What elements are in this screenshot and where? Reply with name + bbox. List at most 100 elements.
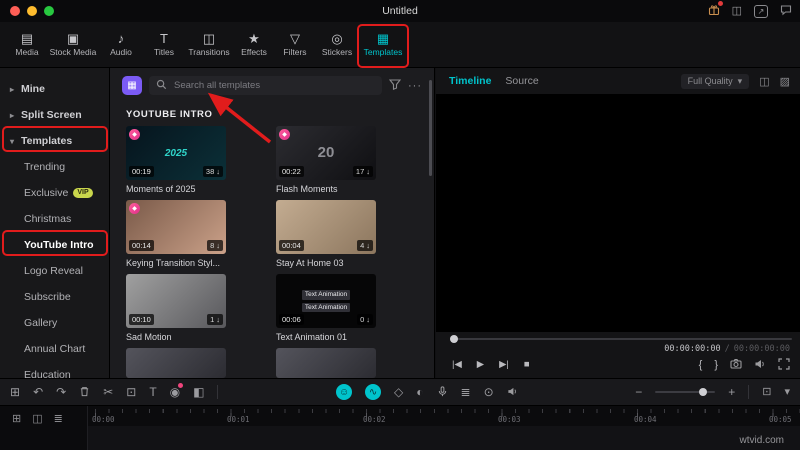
fullscreen-icon[interactable] [778, 358, 790, 373]
display-mode-icon[interactable]: ▨ [780, 75, 790, 88]
tab-titles[interactable]: T Titles [144, 22, 184, 67]
zoom-in-icon[interactable]: + [728, 386, 735, 398]
sidebar-item-mine[interactable]: ▸ Mine [0, 76, 109, 102]
scrollbar[interactable] [429, 80, 432, 176]
microphone-icon[interactable] [437, 385, 448, 399]
template-card[interactable]: ◆ 20 00:22 17 ↓ Flash Moments [276, 126, 418, 194]
apps-grid-icon[interactable]: ⊞ [10, 386, 20, 398]
template-grid: ◆ 2025 00:19 38 ↓ Moments of 2025 ◆ 20 00… [110, 124, 434, 378]
zoom-slider[interactable] [655, 388, 716, 396]
mask-icon[interactable]: ◐ [416, 386, 423, 398]
record-icon[interactable]: ◉ [170, 383, 184, 398]
ai-audio-icon[interactable]: ∿ [365, 384, 382, 400]
redo-icon[interactable]: ↷ [56, 386, 66, 398]
titles-icon: T [160, 31, 168, 46]
sidebar-item-trending[interactable]: Trending [0, 154, 109, 180]
ruler-label: 00:01 [227, 415, 250, 424]
timeline-ruler[interactable] [88, 406, 800, 426]
filter-icon[interactable] [388, 77, 402, 95]
layout-icon[interactable]: ◫ [732, 5, 742, 17]
feedback-icon[interactable] [780, 4, 792, 19]
tab-effects[interactable]: ★ Effects [234, 22, 274, 67]
chevron-down-icon: ▾ [737, 75, 743, 86]
tab-stock-media[interactable]: ▣ Stock Media [48, 22, 98, 67]
template-card[interactable]: 00:10 1 ↓ Sad Motion [126, 274, 268, 342]
sidebar-item-label: YouTube Intro [24, 239, 94, 251]
ruler-label: 00:03 [498, 415, 521, 424]
search-input[interactable] [172, 79, 375, 92]
tab-audio[interactable]: ♪ Audio [100, 22, 142, 67]
sidebar-item-subscribe[interactable]: Subscribe [0, 284, 109, 310]
template-card-partial[interactable] [276, 348, 376, 378]
duration-badge: 00:06 [279, 313, 304, 325]
export-icon[interactable]: ↗ [754, 4, 768, 18]
next-frame-button[interactable]: ▶| [499, 360, 509, 370]
mark-out-button[interactable]: } [714, 359, 718, 371]
sidebar-item-youtube-intro[interactable]: YouTube Intro [0, 232, 109, 258]
mark-in-button[interactable]: { [699, 359, 703, 371]
crop-icon[interactable]: ⊡ [126, 386, 136, 398]
timeline-panel: ⊞ ◫ ≣ 00:00 00:01 00:02 00:03 00:04 00:0… [0, 406, 800, 450]
sidebar-item-templates[interactable]: ▾ Templates [0, 128, 109, 154]
collapse-panel-icon[interactable]: ▾ [784, 386, 790, 398]
magnet-icon[interactable]: ◫ [32, 414, 42, 450]
sidebar-item-exclusive[interactable]: Exclusive VIP [0, 180, 109, 206]
quality-selector[interactable]: Full Quality ▾ [680, 73, 750, 89]
template-thumbnail: 00:10 1 ↓ [126, 274, 226, 328]
audio-mixer-icon[interactable]: ≣ [461, 386, 471, 398]
tab-timeline[interactable]: Timeline [449, 75, 491, 87]
chroma-key-icon[interactable]: ◧ [193, 386, 204, 398]
sidebar-item-split-screen[interactable]: ▸ Split Screen [0, 102, 109, 128]
timeline-track-area[interactable] [88, 426, 800, 450]
titlebar: Untitled ◫ ↗ [0, 0, 800, 22]
tab-templates[interactable]: ▦ Templates [360, 22, 406, 67]
ribbon-tabbar: ▤ Media ▣ Stock Media ♪ Audio T Titles ◫… [0, 22, 800, 68]
snapshot-camera-icon[interactable] [730, 358, 742, 373]
speaker-icon[interactable] [507, 386, 518, 399]
link-clips-icon[interactable]: ≣ [54, 414, 63, 450]
download-icon: ↓ [366, 314, 370, 324]
edit-toolbar: ⊞ ↶ ↷ ✂ ⊡ T ◉ ◧ ☺ ∿ ◇ ◐ ≣ ⊙ − + ⊡ ▾ [0, 378, 800, 406]
template-card[interactable]: ◆ 2025 00:19 38 ↓ Moments of 2025 [126, 126, 268, 194]
ai-assistant-icon[interactable]: ☺ [336, 384, 353, 400]
duration-badge: 00:10 [129, 313, 154, 325]
sidebar-item-christmas[interactable]: Christmas [0, 206, 109, 232]
tab-source[interactable]: Source [505, 75, 538, 87]
template-card[interactable]: Text Animation Text Animation 00:06 0 ↓ T… [276, 274, 418, 342]
seek-bar[interactable] [450, 335, 792, 343]
template-card[interactable]: ◆ 00:14 8 ↓ Keying Transition Styl... [126, 200, 268, 268]
download-icon: ↓ [366, 240, 370, 250]
tab-transitions[interactable]: ◫ Transitions [186, 22, 232, 67]
gift-icon[interactable] [708, 0, 723, 19]
tab-stickers[interactable]: ◎ Stickers [316, 22, 358, 67]
add-text-icon[interactable]: T [149, 386, 156, 398]
template-card[interactable]: 00:04 4 ↓ Stay At Home 03 [276, 200, 418, 268]
tab-label: Titles [154, 47, 174, 57]
delete-icon[interactable] [79, 386, 90, 399]
more-options-button[interactable]: ··· [408, 80, 422, 92]
sidebar-item-logo-reveal[interactable]: Logo Reveal [0, 258, 109, 284]
duration-badge: 00:04 [279, 239, 304, 251]
playhead-handle[interactable] [450, 335, 458, 343]
keyframe-icon[interactable]: ◇ [394, 386, 403, 398]
zoom-out-icon[interactable]: − [635, 386, 642, 398]
template-card-partial[interactable] [126, 348, 226, 378]
sidebar-item-gallery[interactable]: Gallery [0, 310, 109, 336]
search-bar[interactable] [149, 76, 382, 95]
tab-media[interactable]: ▤ Media [8, 22, 46, 67]
zoom-slider-handle[interactable] [699, 388, 708, 396]
template-category-button[interactable]: ▦ [122, 76, 142, 95]
undo-icon[interactable]: ↶ [33, 386, 43, 398]
screen-record-icon[interactable]: ⊙ [484, 386, 494, 398]
fit-to-timeline-icon[interactable]: ⊡ [762, 386, 771, 398]
panel-layout-icon[interactable]: ◫ [759, 75, 769, 88]
sidebar-item-label: Templates [21, 135, 73, 147]
play-button[interactable]: ▶ [477, 360, 484, 370]
tab-filters[interactable]: ▽ Filters [276, 22, 314, 67]
sidebar-item-annual-chart[interactable]: Annual Chart [0, 336, 109, 362]
split-scissors-icon[interactable]: ✂ [103, 386, 113, 398]
previous-frame-button[interactable]: |◀ [452, 360, 462, 370]
speaker-icon[interactable] [754, 358, 766, 373]
stop-button[interactable]: ■ [524, 360, 530, 370]
track-manager-icon[interactable]: ⊞ [12, 414, 21, 450]
